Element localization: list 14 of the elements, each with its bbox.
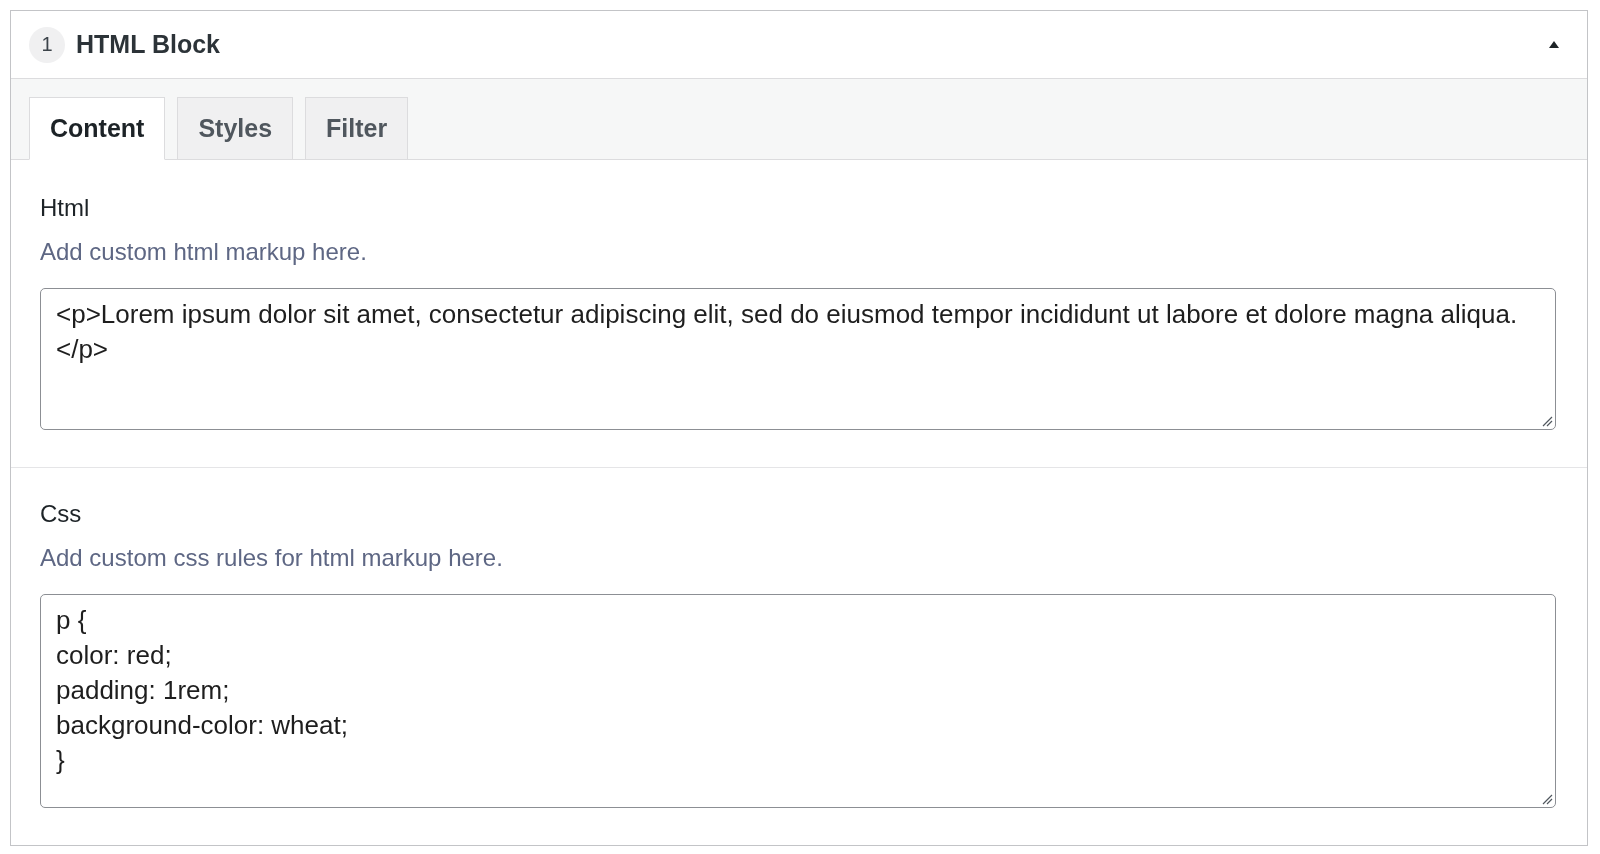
- tab[interactable]: Styles: [177, 97, 294, 160]
- code-textarea[interactable]: p { color: red; padding: 1rem; background-color: wheat; }: [40, 594, 1556, 808]
- resize-grip-icon[interactable]: [1542, 794, 1553, 805]
- field-label: Css: [40, 500, 82, 528]
- tab[interactable]: Filter: [305, 97, 409, 160]
- resize-grip-icon[interactable]: [1542, 416, 1553, 427]
- number-badge: 1: [29, 26, 65, 63]
- field-label: Html: [40, 194, 90, 222]
- field-description: Add custom html markup here.: [40, 237, 367, 267]
- tab[interactable]: Content: [29, 97, 166, 160]
- caret-icon[interactable]: [1549, 41, 1559, 48]
- field-description: Add custom css rules for html markup here.: [40, 543, 503, 573]
- block-title: HTML Block: [76, 30, 220, 59]
- code-textarea[interactable]: <p>Lorem ipsum dolor sit amet, consectetur adipiscing elit, sed do eiusmod tempor incididunt ut labore et dolore magna aliqua. </p>: [40, 288, 1556, 430]
